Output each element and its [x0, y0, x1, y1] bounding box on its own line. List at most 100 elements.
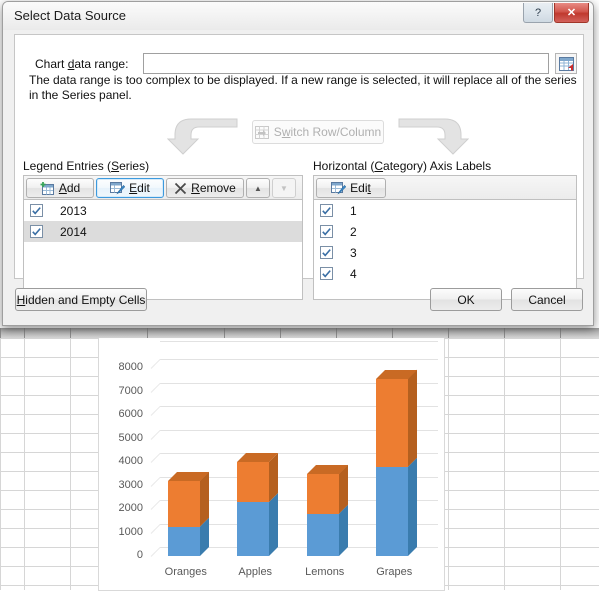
chart-depth-line [150, 382, 161, 393]
legend-entries-panel: Add Edit Remove ▲ ▼ 2013 2014 [23, 175, 303, 300]
edit-button[interactable]: Edit [96, 178, 164, 198]
category-entry-checkbox[interactable] [320, 225, 333, 238]
label-part-pre: Edi [350, 181, 368, 195]
ok-button[interactable]: OK [430, 288, 502, 311]
label-part-post: dit [137, 181, 150, 195]
chart-depth-line [150, 406, 161, 416]
legend-entry-label: 2013 [60, 203, 87, 218]
dialog-title: Select Data Source [14, 8, 127, 23]
label-part-pre: Horizontal ( [313, 159, 375, 173]
chart-y-tick-label: 6000 [118, 408, 143, 420]
legend-entry-checkbox[interactable] [30, 204, 43, 217]
chart-category-label: Grapes [376, 566, 413, 578]
chart-bar-segment-2014 [167, 480, 200, 527]
chart-data-range-input[interactable] [143, 53, 549, 74]
range-picker-button[interactable] [555, 53, 577, 74]
chart-depth-line [150, 429, 161, 440]
label-accesskey: A [58, 181, 67, 195]
chart-bar[interactable] [306, 338, 348, 556]
label-accesskey: R [191, 181, 200, 195]
chart-object[interactable]: 0 1000 2000 3000 4000 5000 6000 7000 8000 Oranges… [98, 338, 445, 591]
label-part-post: ategory) Axis Labels [383, 159, 492, 173]
checkmark-icon [32, 227, 41, 236]
cancel-label: Cancel [528, 292, 566, 307]
category-axis-title: Horizontal (Category) Axis Labels [313, 159, 491, 173]
ok-label: OK [457, 292, 475, 307]
category-entry-checkbox[interactable] [320, 267, 333, 280]
chart-bar[interactable] [237, 338, 279, 556]
category-entry-row[interactable]: 1 [314, 200, 576, 221]
chart-top-boundary [160, 341, 438, 342]
chart-bar[interactable] [167, 338, 209, 556]
curved-arrow-right-icon [398, 118, 469, 155]
chart-y-tick-label: 2000 [118, 502, 143, 514]
label-part-post: emove [199, 181, 236, 195]
checkmark-icon [322, 206, 331, 215]
add-button-label: Add [59, 181, 80, 195]
label-part-post: eries) [119, 159, 150, 173]
chart-bar-segment-2014 [306, 473, 339, 514]
switch-row-column-button: Switch Row/Column [252, 120, 384, 144]
add-button[interactable]: Add [26, 178, 94, 198]
chart-category-label: Lemons [305, 566, 345, 578]
chart-bar-3d-top [167, 471, 209, 481]
chart-depth-line [150, 453, 161, 463]
cancel-button[interactable]: Cancel [511, 288, 583, 311]
chart-data-range-row: Chart data range: [15, 43, 583, 74]
legend-entry-checkbox[interactable] [30, 225, 43, 238]
chart-bar[interactable] [376, 338, 418, 556]
move-down-button[interactable]: ▼ [272, 178, 296, 198]
column-header-divider [280, 328, 281, 338]
hidden-and-empty-cells-label: Hidden and Empty Cells [17, 293, 146, 307]
side-2013 [269, 492, 279, 556]
label-part-pre: S [273, 125, 282, 139]
label-accesskey: E [129, 181, 138, 195]
checkmark-icon [322, 227, 331, 236]
help-button[interactable]: ? [523, 3, 553, 23]
chart-bar-segment-2013 [167, 526, 200, 556]
column-header-divider [336, 328, 337, 338]
chart-bar-segment-2014 [376, 378, 409, 467]
legend-entry-row[interactable]: 2014 [24, 221, 302, 242]
category-axis-list[interactable]: 1 2 3 4 [314, 200, 576, 299]
category-entry-label: 2 [350, 224, 357, 239]
close-button[interactable]: ✕ [554, 3, 589, 23]
chart-y-tick-label: 4000 [118, 455, 143, 467]
add-table-icon [40, 181, 55, 195]
top-face-2014 [237, 453, 279, 462]
legend-entry-row[interactable]: 2013 [24, 200, 302, 221]
column-header-divider [392, 328, 393, 338]
chart-depth-line [150, 547, 161, 557]
chevron-up-icon: ▲ [254, 183, 262, 193]
dialog-body: Chart data range: The data range is too … [14, 34, 584, 300]
hidden-and-empty-cells-button[interactable]: Hidden and Empty Cells [15, 288, 147, 311]
top-face-2014 [376, 369, 418, 379]
category-entry-row[interactable]: 4 [314, 263, 576, 284]
legend-entry-label: 2014 [60, 224, 87, 239]
category-entry-row[interactable]: 2 [314, 221, 576, 242]
column-header-divider [0, 328, 1, 338]
category-entry-row[interactable]: 3 [314, 242, 576, 263]
column-header-divider [560, 328, 561, 338]
chart-bar-3d-top [376, 369, 418, 379]
remove-button[interactable]: Remove [166, 178, 244, 198]
label-accesskey: S [111, 159, 120, 173]
close-icon: ✕ [566, 7, 577, 19]
chart-category-label: Oranges [164, 566, 207, 578]
column-header-divider [24, 328, 25, 338]
dialog-title-bar[interactable]: Select Data Source ? ✕ [3, 2, 593, 30]
chart-bar-3d-side [338, 464, 348, 556]
legend-entries-list[interactable]: 2013 2014 [24, 200, 302, 299]
label-part-post: dd [66, 181, 81, 195]
category-axis-toolbar: Edit [314, 176, 576, 200]
chart-y-tick-label: 5000 [118, 431, 143, 444]
data-range-note: The data range is too complex to be disp… [29, 73, 577, 102]
chevron-down-icon: ▼ [280, 183, 288, 193]
move-up-button[interactable]: ▲ [246, 178, 270, 198]
column-header-divider [448, 328, 449, 338]
category-entry-checkbox[interactable] [320, 204, 333, 217]
category-entry-checkbox[interactable] [320, 246, 333, 259]
label-part-post: itch Row/Column [290, 125, 382, 139]
category-edit-button[interactable]: Edit [316, 178, 386, 198]
chart-depth-line [150, 523, 161, 534]
